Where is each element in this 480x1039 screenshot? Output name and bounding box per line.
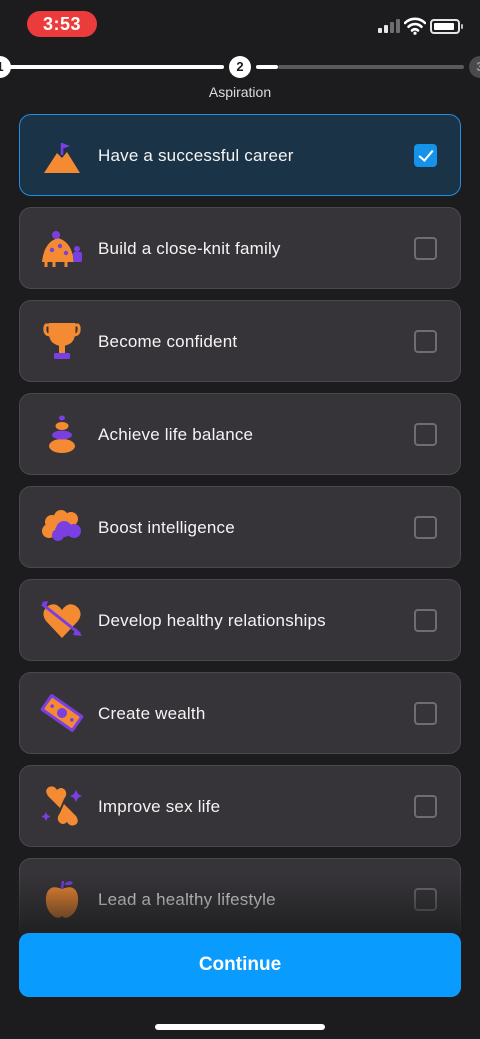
wifi-icon xyxy=(404,17,426,35)
step-indicator-3: 3 xyxy=(469,56,480,78)
apple-icon xyxy=(45,880,79,918)
option-improve-sex-life[interactable]: Improve sex life xyxy=(19,765,461,847)
option-label: Create wealth xyxy=(98,704,206,723)
option-label: Build a close-knit family xyxy=(98,239,281,258)
battery-cap xyxy=(461,24,463,29)
brain-icon xyxy=(42,510,81,541)
option-checkbox[interactable] xyxy=(414,888,437,911)
cellular-signal-icon xyxy=(378,19,400,33)
option-successful-career[interactable]: Have a successful career xyxy=(19,114,461,196)
option-checkbox[interactable] xyxy=(414,609,437,632)
option-life-balance[interactable]: Achieve life balance xyxy=(19,393,461,475)
option-checkbox[interactable] xyxy=(414,795,437,818)
home-indicator[interactable] xyxy=(155,1024,325,1030)
option-checkbox[interactable] xyxy=(414,423,437,446)
option-checkbox[interactable] xyxy=(414,237,437,260)
option-checkbox[interactable] xyxy=(414,702,437,725)
status-bar: 3:53 xyxy=(0,0,480,50)
status-time: 3:53 xyxy=(27,11,97,37)
option-label: Have a successful career xyxy=(98,146,294,165)
option-label: Lead a healthy lifestyle xyxy=(98,890,276,909)
trophy-icon xyxy=(43,323,81,359)
progress-line-current xyxy=(256,65,278,69)
progress-line-completed xyxy=(8,65,224,69)
stacked-stones-icon xyxy=(49,415,75,453)
option-create-wealth[interactable]: Create wealth xyxy=(19,672,461,754)
heart-arrow-icon xyxy=(41,601,82,638)
aspiration-options-list[interactable]: Have a successful career Build a close-k… xyxy=(0,114,480,934)
option-label: Become confident xyxy=(98,332,238,351)
progress-stepper: 1 2 3 Aspiration xyxy=(0,50,480,110)
option-label: Boost intelligence xyxy=(98,518,235,537)
current-step-label: Aspiration xyxy=(208,84,272,100)
family-icon xyxy=(42,231,82,267)
option-checkbox[interactable] xyxy=(414,144,437,167)
option-healthy-relationships[interactable]: Develop healthy relationships xyxy=(19,579,461,661)
option-become-confident[interactable]: Become confident xyxy=(19,300,461,382)
option-checkbox[interactable] xyxy=(414,330,437,353)
option-boost-intelligence[interactable]: Boost intelligence xyxy=(19,486,461,568)
step-indicator-2: 2 xyxy=(229,56,251,78)
option-label: Develop healthy relationships xyxy=(98,611,326,630)
money-bill-icon xyxy=(40,694,84,732)
option-label: Achieve life balance xyxy=(98,425,254,444)
option-close-knit-family[interactable]: Build a close-knit family xyxy=(19,207,461,289)
option-label: Improve sex life xyxy=(98,797,221,816)
continue-button[interactable]: Continue xyxy=(19,933,461,997)
progress-line-remaining xyxy=(278,65,464,69)
step-indicator-1: 1 xyxy=(0,56,11,78)
two-hearts-icon xyxy=(41,786,82,826)
option-healthy-lifestyle[interactable]: Lead a healthy lifestyle xyxy=(19,858,461,934)
battery-icon xyxy=(430,19,460,34)
option-checkbox[interactable] xyxy=(414,516,437,539)
mountain-flag-icon xyxy=(44,143,80,173)
